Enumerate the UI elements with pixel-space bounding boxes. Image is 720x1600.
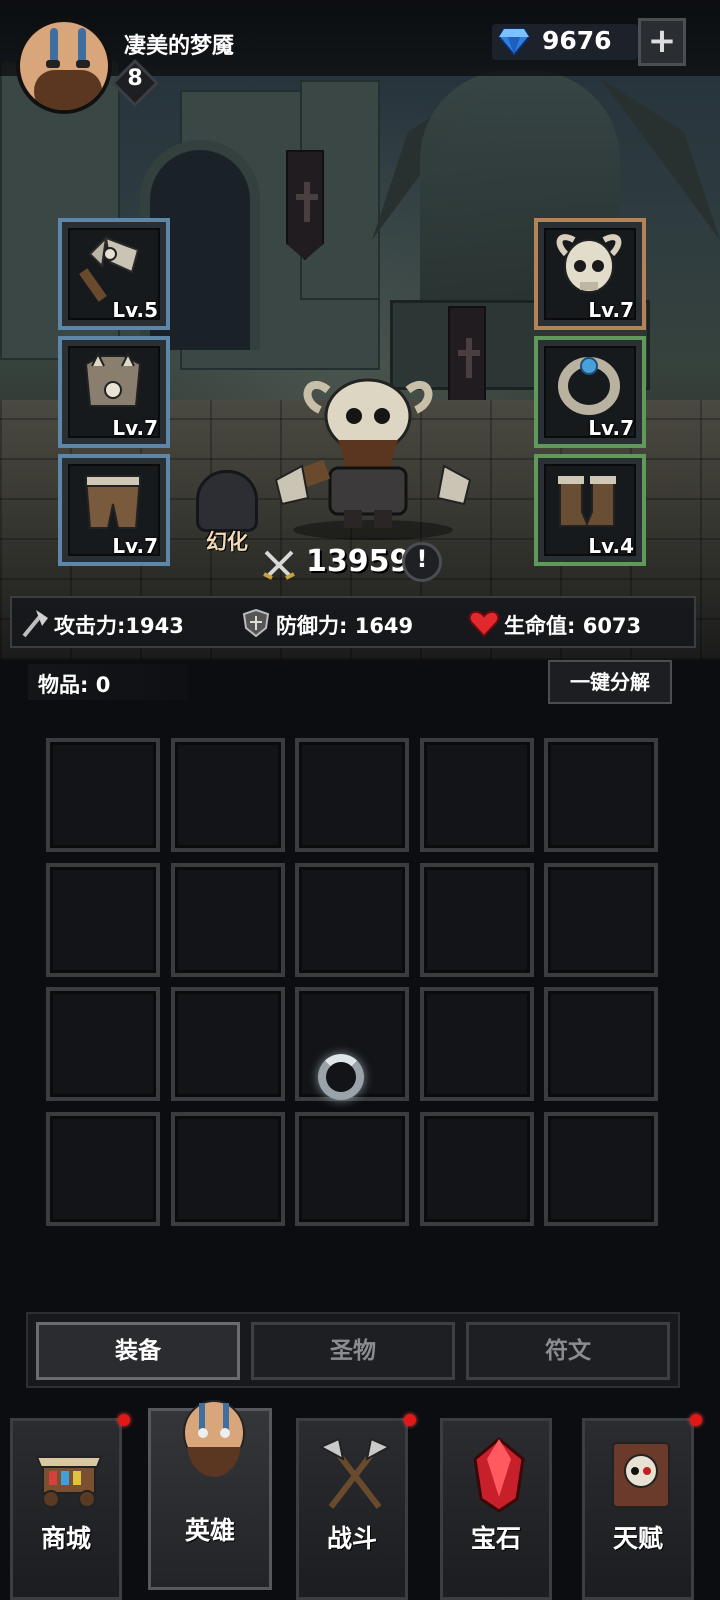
inventory-slot[interactable]: [544, 863, 658, 977]
hooded-figure-icon: [196, 470, 258, 532]
add-gems-button[interactable]: +: [638, 18, 686, 66]
chest-armor-icon: [84, 351, 142, 407]
red-gem-icon: [473, 1437, 525, 1513]
nav-hero[interactable]: 英雄: [148, 1400, 272, 1590]
hero-stats-bar: 攻击力:1943 防御力: 1649 生命值: 6073: [10, 596, 696, 648]
skull-helmet-icon: [556, 234, 622, 293]
inventory-slot[interactable]: [420, 863, 534, 977]
attack-stat: 攻击力:1943: [18, 606, 218, 640]
inventory-slot[interactable]: [420, 987, 534, 1101]
item-level: Lv.7: [112, 416, 158, 440]
loading-spinner-icon: [318, 1054, 364, 1100]
item-level: Lv.4: [588, 534, 634, 558]
equip-slot-helmet[interactable]: Lv.7: [534, 218, 646, 330]
inventory-slot[interactable]: [46, 1112, 160, 1226]
inventory-slot[interactable]: [420, 1112, 534, 1226]
talents-notification-badge: [690, 1414, 702, 1426]
nav-talents[interactable]: 天赋: [582, 1418, 694, 1600]
item-level: Lv.7: [112, 534, 158, 558]
inventory-slot[interactable]: [544, 987, 658, 1101]
inventory-slot[interactable]: [544, 738, 658, 852]
inventory-slot[interactable]: [46, 738, 160, 852]
equip-slot-weapon[interactable]: Lv.5: [58, 218, 170, 330]
item-count-box: 物品: 0: [28, 664, 188, 700]
inventory-slot[interactable]: [295, 738, 409, 852]
nav-battle-label: 战斗: [326, 1524, 377, 1553]
player-level: 8: [127, 66, 143, 91]
blue-diamond-icon: [498, 28, 530, 57]
boots-icon: [558, 476, 616, 527]
player-name: 凄美的梦魇: [124, 34, 235, 59]
nav-gems-label: 宝石: [470, 1524, 521, 1553]
skull-book-icon: [612, 1442, 670, 1508]
equip-slot-ring[interactable]: Lv.7: [534, 336, 646, 448]
shield-icon: [242, 608, 270, 638]
shop-notification-badge: [118, 1414, 130, 1426]
inventory-slot[interactable]: [295, 1112, 409, 1226]
tab-runes[interactable]: 符文: [466, 1322, 670, 1380]
nav-talents-label: 天赋: [612, 1524, 663, 1553]
crossed-swords-icon: [263, 550, 295, 580]
item-level: Lv.7: [588, 416, 634, 440]
leg-armor-icon: [84, 475, 142, 529]
inventory-slot[interactable]: [295, 863, 409, 977]
tab-relics[interactable]: 圣物: [251, 1322, 455, 1380]
inventory-slot[interactable]: [171, 738, 285, 852]
nav-battle[interactable]: 战斗: [296, 1418, 408, 1600]
equip-slot-chest[interactable]: Lv.7: [58, 336, 170, 448]
hp-stat-text: 生命值: 6073: [504, 614, 642, 638]
tab-equipment[interactable]: 装备: [36, 1322, 240, 1380]
shop-cart-icon: [35, 1456, 103, 1508]
player-avatar[interactable]: [16, 18, 112, 114]
item-level: Lv.5: [112, 298, 158, 322]
defense-stat: 防御力: 1649: [240, 606, 440, 640]
hero-character: [274, 378, 472, 540]
hero-portrait-icon: [183, 1400, 245, 1477]
inventory-slot[interactable]: [46, 863, 160, 977]
inventory-slot[interactable]: [420, 738, 534, 852]
ring-icon: [558, 357, 620, 415]
axe-icon: [79, 235, 140, 302]
inventory-slot[interactable]: [171, 863, 285, 977]
inventory-slot[interactable]: [46, 987, 160, 1101]
combat-power-value: 13959: [306, 544, 411, 579]
inventory-slot[interactable]: [171, 987, 285, 1101]
item-level: Lv.7: [588, 298, 634, 322]
equip-slot-boots[interactable]: Lv.4: [534, 454, 646, 566]
transform-label: 幻化: [206, 530, 248, 554]
decompose-all-button[interactable]: 一键分解: [548, 660, 672, 704]
battle-notification-badge: [404, 1414, 416, 1426]
crossed-axes-icon: [318, 1437, 392, 1509]
nav-hero-label: 英雄: [184, 1516, 235, 1545]
heart-icon: [468, 610, 500, 638]
nav-shop-label: 商城: [40, 1524, 91, 1553]
nav-gems[interactable]: 宝石: [440, 1418, 552, 1600]
attack-stat-text: 攻击力:1943: [54, 614, 184, 638]
axe-icon: [22, 610, 48, 638]
inventory-slot[interactable]: [544, 1112, 658, 1226]
item-count-label: 物品: 0: [38, 673, 111, 697]
nav-shop[interactable]: 商城: [10, 1418, 122, 1600]
defense-stat-text: 防御力: 1649: [276, 614, 414, 638]
equip-slot-legs[interactable]: Lv.7: [58, 454, 170, 566]
transform-button[interactable]: 幻化: [190, 470, 264, 554]
inventory-grid: [46, 738, 662, 1230]
power-info-button[interactable]: !: [402, 542, 442, 582]
gem-count: 9676: [542, 26, 612, 55]
inventory-slot[interactable]: [171, 1112, 285, 1226]
hp-stat: 生命值: 6073: [468, 606, 688, 640]
